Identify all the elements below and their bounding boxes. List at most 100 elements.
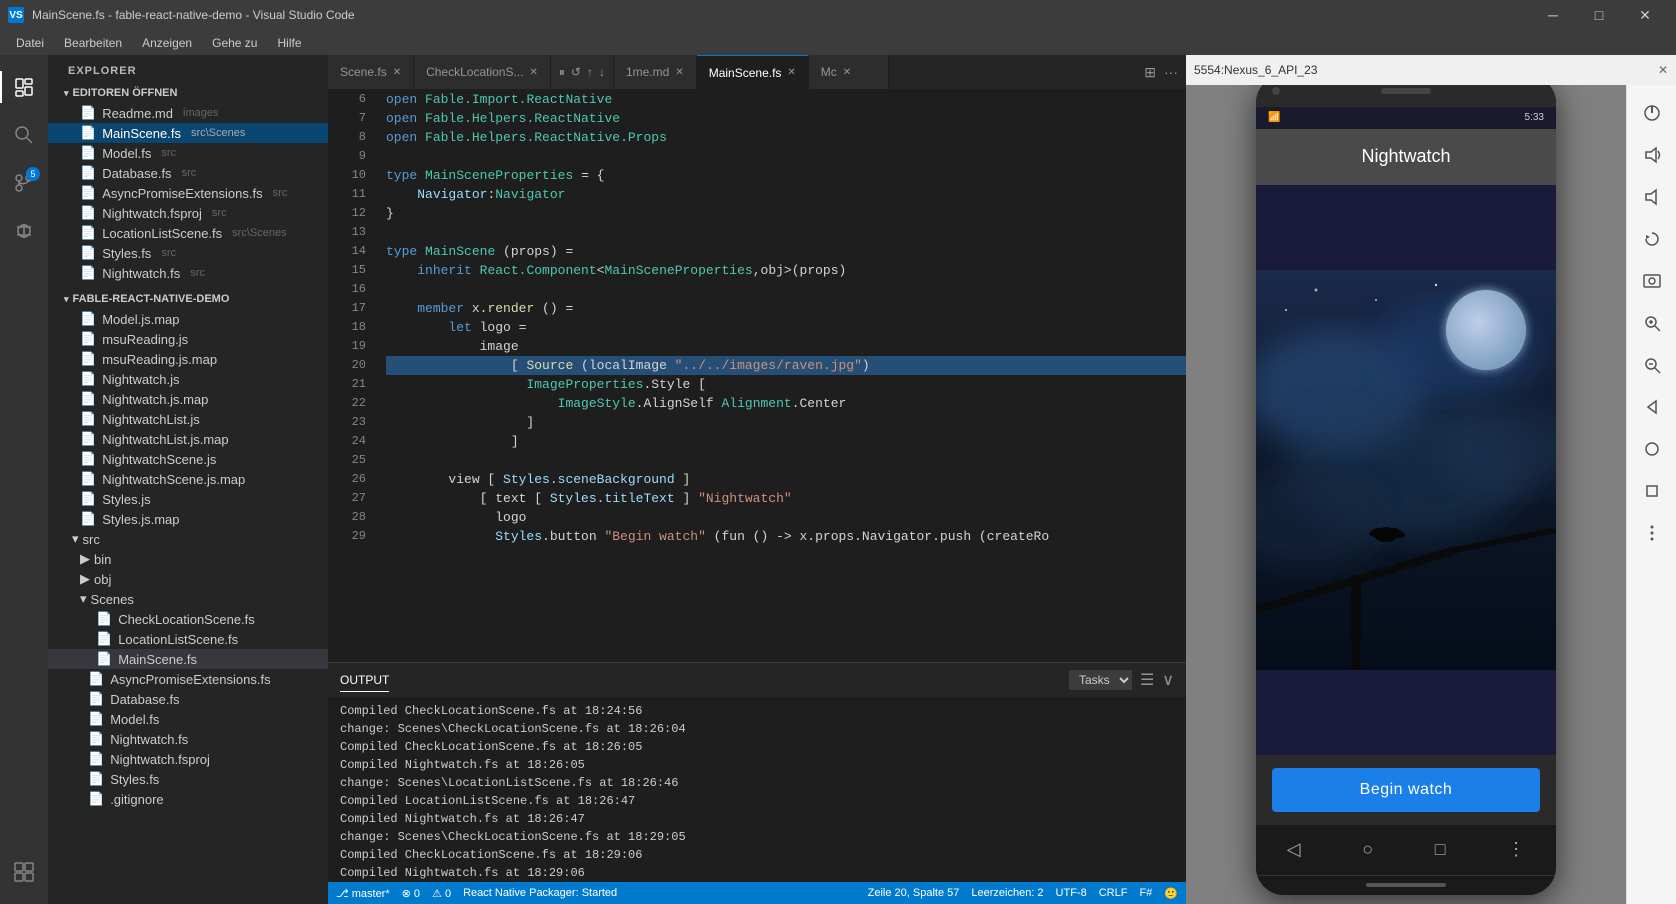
git-branch-status[interactable]: ⎇ master*	[336, 887, 390, 900]
close-button[interactable]: ✕	[1622, 0, 1668, 30]
tab-scene-close[interactable]: ✕	[393, 67, 401, 78]
tree-folder-obj[interactable]: ▶obj	[48, 569, 328, 589]
chevron-down-icon[interactable]: ∨	[1162, 670, 1174, 690]
cursor-position-status[interactable]: Zeile 20, Spalte 57	[868, 887, 960, 900]
emu-zoom-out-btn[interactable]	[1632, 345, 1672, 385]
tree-nightwatchscene-js-map[interactable]: 📄NightwatchScene.js.map	[48, 469, 328, 489]
activity-debug-icon[interactable]	[0, 207, 48, 255]
phone-nav-bar: ◁ ○ □ ⋮	[1256, 825, 1556, 875]
menu-datei[interactable]: Datei	[8, 34, 52, 52]
tree-mainscene-selected[interactable]: 📄MainScene.fs	[48, 649, 328, 669]
home-nav-icon[interactable]: ○	[1362, 839, 1373, 860]
tab-mc[interactable]: Mc ✕	[809, 55, 889, 89]
open-file-database[interactable]: 📄 Database.fs src	[48, 163, 328, 183]
tab-mc-close[interactable]: ✕	[843, 67, 851, 78]
back-nav-icon[interactable]: ◁	[1287, 839, 1301, 860]
tree-nightwatchlist-js-map[interactable]: 📄NightwatchList.js.map	[48, 429, 328, 449]
tab-1me[interactable]: 1me.md ✕	[614, 55, 697, 89]
tab-checklocation[interactable]: CheckLocationS... ✕	[414, 55, 551, 89]
emu-volume-up-btn[interactable]	[1632, 135, 1672, 175]
begin-watch-button[interactable]: Begin watch	[1272, 768, 1540, 812]
open-file-nightwatchfsproj[interactable]: 📄 Nightwatch.fsproj src	[48, 203, 328, 223]
emu-more-btn[interactable]	[1632, 513, 1672, 553]
activity-extensions-icon[interactable]	[0, 848, 48, 896]
project-section[interactable]: ▾ FABLE-REACT-NATIVE-DEMO	[48, 287, 328, 309]
tree-styles-js-map[interactable]: 📄Styles.js.map	[48, 509, 328, 529]
tree-database-src[interactable]: 📄Database.fs	[48, 689, 328, 709]
line-ending-status[interactable]: CRLF	[1099, 887, 1128, 900]
tree-nightwatchscene-js[interactable]: 📄NightwatchScene.js	[48, 449, 328, 469]
tab-scene-label: Scene.fs	[340, 65, 387, 79]
code-line-17: member x.render () =	[386, 299, 1186, 318]
encoding-status[interactable]: UTF-8	[1056, 887, 1087, 900]
emu-rotate-btn[interactable]	[1632, 219, 1672, 259]
output-tab-output[interactable]: OUTPUT	[340, 669, 389, 692]
tab-scene[interactable]: Scene.fs ✕	[328, 55, 414, 89]
menu-hilfe[interactable]: Hilfe	[269, 34, 309, 52]
open-file-asyncpromise[interactable]: 📄 AsyncPromiseExtensions.fs src	[48, 183, 328, 203]
menu-anzeigen[interactable]: Anzeigen	[134, 34, 200, 52]
tree-checklocationscene[interactable]: 📄CheckLocationScene.fs	[48, 609, 328, 629]
emu-zoom-in-btn[interactable]	[1632, 303, 1672, 343]
tree-msureading-js-map[interactable]: 📄msuReading.js.map	[48, 349, 328, 369]
tab-controls-pause[interactable]: ⏸ ↺ ↑ ↓	[551, 55, 614, 89]
file-name-asyncpromise: AsyncPromiseExtensions.fs	[102, 186, 262, 201]
tree-locationlistscene[interactable]: 📄LocationListScene.fs	[48, 629, 328, 649]
open-file-mainscene[interactable]: 📄 MainScene.fs src\Scenes	[48, 123, 328, 143]
code-line-22: ImageStyle.AlignSelf Alignment.Center	[386, 394, 1186, 413]
emu-back-btn[interactable]	[1632, 387, 1672, 427]
emu-screenshot-btn[interactable]	[1632, 261, 1672, 301]
tree-styles-js[interactable]: 📄Styles.js	[48, 489, 328, 509]
emu-square-btn[interactable]	[1632, 471, 1672, 511]
output-tasks-select[interactable]: Tasks	[1069, 670, 1132, 690]
open-editors-section[interactable]: ▾ EDITOREN ÖFFNEN	[48, 81, 328, 103]
open-file-nightwatch[interactable]: 📄 Nightwatch.fs src	[48, 263, 328, 283]
activity-explorer-icon[interactable]	[0, 63, 48, 111]
tree-model-src[interactable]: 📄Model.fs	[48, 709, 328, 729]
open-file-model[interactable]: 📄 Model.fs src	[48, 143, 328, 163]
night-scene-svg	[1256, 185, 1556, 755]
tree-folder-scenes[interactable]: ▾Scenes	[48, 589, 328, 609]
spaces-status[interactable]: Leerzeichen: 2	[971, 887, 1043, 900]
tree-gitignore[interactable]: 📄.gitignore	[48, 789, 328, 809]
tree-styles-src[interactable]: 📄Styles.fs	[48, 769, 328, 789]
tree-asyncpromise-src[interactable]: 📄AsyncPromiseExtensions.fs	[48, 669, 328, 689]
emu-volume-down-btn[interactable]	[1632, 177, 1672, 217]
emu-home-btn[interactable]	[1632, 429, 1672, 469]
file-name-locationlist: LocationListScene.fs	[102, 226, 222, 241]
more-icon[interactable]: ···	[1164, 64, 1178, 80]
open-file-readme[interactable]: 📄 Readme.md images	[48, 103, 328, 123]
menu-nav-icon[interactable]: ⋮	[1507, 839, 1525, 860]
language-status[interactable]: F#	[1139, 887, 1152, 900]
emu-power-btn[interactable]	[1632, 93, 1672, 133]
maximize-button[interactable]: □	[1576, 0, 1622, 30]
tree-folder-src[interactable]: ▾src	[48, 529, 328, 549]
tree-model-js-map[interactable]: 📄Model.js.map	[48, 309, 328, 329]
menu-bearbeiten[interactable]: Bearbeiten	[56, 34, 130, 52]
tree-nightwatch-js[interactable]: 📄Nightwatch.js	[48, 369, 328, 389]
split-editor-icon[interactable]: ⊞	[1144, 64, 1156, 81]
tab-mainscene-close[interactable]: ✕	[787, 67, 795, 78]
emulator-close-btn[interactable]: ✕	[1658, 63, 1668, 77]
tab-mainscene[interactable]: MainScene.fs ✕	[697, 55, 809, 89]
tab-checklocation-close[interactable]: ✕	[529, 67, 537, 78]
open-file-styles[interactable]: 📄 Styles.fs src	[48, 243, 328, 263]
tree-folder-bin[interactable]: ▶bin	[48, 549, 328, 569]
open-file-locationlist[interactable]: 📄 LocationListScene.fs src\Scenes	[48, 223, 328, 243]
tree-msureading-js[interactable]: 📄msuReading.js	[48, 329, 328, 349]
activity-git-icon[interactable]: 5	[0, 159, 48, 207]
activity-search-icon[interactable]	[0, 111, 48, 159]
tab-bar: Scene.fs ✕ CheckLocationS... ✕ ⏸ ↺ ↑ ↓ 1…	[328, 55, 1186, 90]
tree-nightwatch-src[interactable]: 📄Nightwatch.fs	[48, 729, 328, 749]
phone-bottom-bar	[1256, 875, 1556, 895]
code-editor[interactable]: 6789 10111213 14151617 18192021 22232425…	[328, 90, 1186, 662]
tree-nightwatchfsproj-src[interactable]: 📄Nightwatch.fsproj	[48, 749, 328, 769]
list-icon[interactable]: ☰	[1140, 670, 1154, 690]
tree-nightwatch-js-map[interactable]: 📄Nightwatch.js.map	[48, 389, 328, 409]
tree-nightwatchlist-js[interactable]: 📄NightwatchList.js	[48, 409, 328, 429]
minimize-button[interactable]: ─	[1530, 0, 1576, 30]
recents-nav-icon[interactable]: □	[1435, 839, 1446, 860]
tab-1me-close[interactable]: ✕	[675, 67, 683, 78]
tab-mc-label: Mc	[821, 65, 837, 79]
menu-gehe-zu[interactable]: Gehe zu	[204, 34, 265, 52]
